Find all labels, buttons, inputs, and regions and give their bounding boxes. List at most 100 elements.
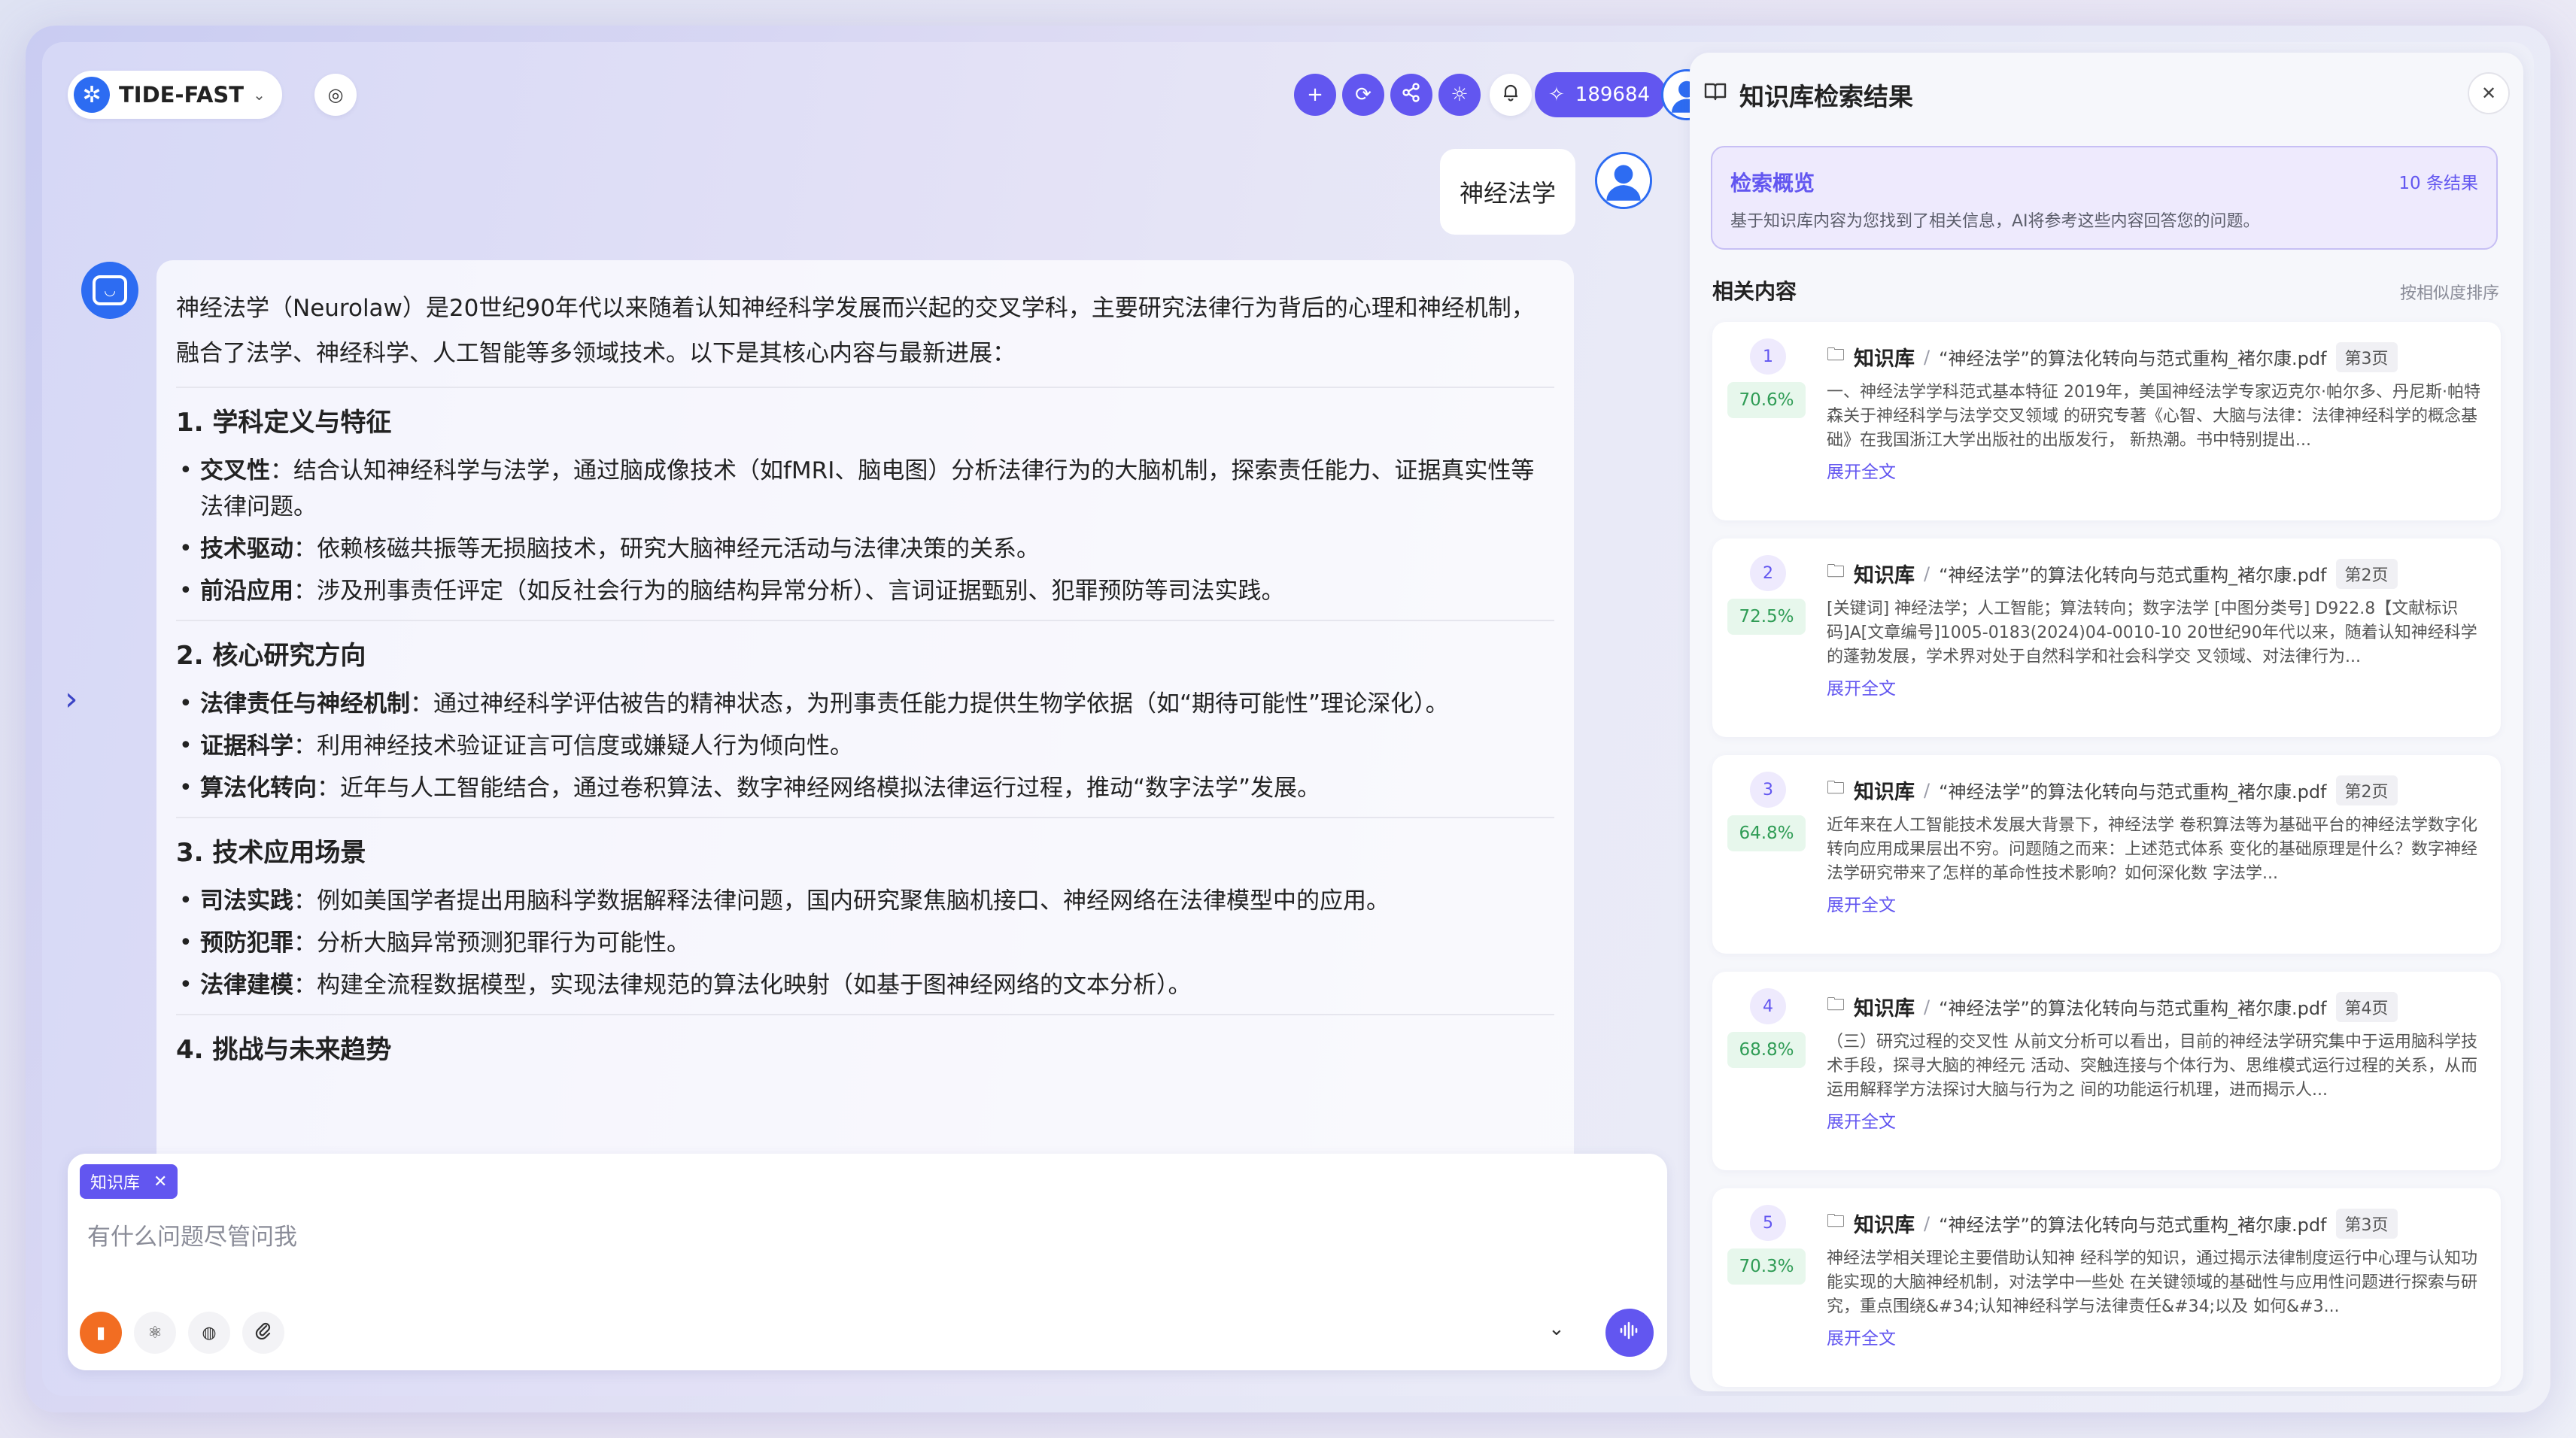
notification-button[interactable] (1490, 74, 1532, 116)
prompt-input[interactable] (87, 1218, 1517, 1256)
assistant-intro: 神经法学（Neurolaw）是20世纪90年代以来随着认知神经科学发展而兴起的交… (176, 295, 1535, 367)
result-snippet: [关键词] 神经法学；人工智能；算法转向；数字法学 [中图分类号] D922.8… (1827, 599, 2477, 666)
target-icon: ◎ (327, 84, 344, 105)
panel-header: 知识库检索结果 ✕ (1703, 72, 2510, 117)
atom-icon: ⚛ (147, 1323, 163, 1342)
rank-badge: 3 (1750, 772, 1786, 808)
close-panel-button[interactable]: ✕ (2468, 72, 2510, 114)
points-value: 189684 (1575, 83, 1651, 106)
rank-badge: 2 (1750, 555, 1786, 591)
result-count: 10 条结果 (2398, 174, 2478, 193)
top-bar: ✲ TIDE-FAST ⌄ ◎ + ⟳ ☼ ✧ 189684 (68, 68, 1712, 122)
user-message-text: 神经法学 (1460, 179, 1557, 208)
file-name: “神经法学”的算法化转向与范式重构_褚尔康.pdf (1939, 998, 2327, 1019)
search-overview: 检索概览 10 条结果 基于知识库内容为您找到了相关信息，AI将参考这些内容回答… (1711, 146, 2498, 250)
list-item: 司法实践：例如美国学者提出用脑科学数据解释法律问题，国内研究聚焦脑机接口、神经网… (176, 883, 1554, 919)
expand-sidebar-chevron-icon[interactable]: › (65, 680, 78, 718)
points-badge[interactable]: ✧ 189684 (1535, 72, 1667, 117)
expand-full-text-link[interactable]: 展开全文 (1827, 457, 1896, 483)
folder-icon: 🗀 (1827, 344, 1845, 365)
divider (176, 1014, 1554, 1015)
result-card[interactable]: 5 70.3% 🗀 知识库 / “神经法学”的算法化转向与范式重构_褚尔康.pd… (1712, 1188, 2501, 1387)
knowledge-base-tag[interactable]: 知识库 ✕ (80, 1164, 178, 1199)
chat-area: ✲ TIDE-FAST ⌄ ◎ + ⟳ ☼ ✧ 189684 神经法学 ◡ › … (42, 42, 1712, 1396)
path-separator: / (1924, 346, 1930, 368)
kb-label: 知识库 (1854, 347, 1915, 371)
folder-icon: 🗀 (1827, 1210, 1845, 1231)
result-source: 🗀 知识库 / “神经法学”的算法化转向与范式重构_褚尔康.pdf 第3页 (1827, 341, 2398, 372)
rank-badge: 5 (1750, 1205, 1786, 1241)
page-badge: 第3页 (2335, 1208, 2398, 1239)
page-badge: 第2页 (2335, 558, 2398, 589)
model-name: TIDE-FAST (119, 82, 245, 108)
user-message-bubble: 神经法学 (1440, 149, 1576, 235)
share-icon (1401, 82, 1422, 108)
page-badge: 第3页 (2335, 341, 2398, 372)
similarity-score: 64.8% (1727, 815, 1806, 851)
chevron-down-icon: ⌄ (253, 86, 266, 104)
expand-full-text-link[interactable]: 展开全文 (1827, 674, 1896, 699)
kb-label: 知识库 (1854, 564, 1915, 587)
assistant-message: 神经法学（Neurolaw）是20世纪90年代以来随着认知神经科学发展而兴起的交… (156, 260, 1574, 1230)
kb-label: 知识库 (1854, 1214, 1915, 1237)
model-selector[interactable]: ✲ TIDE-FAST ⌄ (68, 71, 282, 119)
expand-full-text-link[interactable]: 展开全文 (1827, 1324, 1896, 1349)
share-button[interactable] (1390, 74, 1432, 116)
result-card[interactable]: 1 70.6% 🗀 知识库 / “神经法学”的算法化转向与范式重构_褚尔康.pd… (1712, 322, 2501, 520)
list-item: 前沿应用：涉及刑事责任评定（如反社会行为的脑结构异常分析）、言词证据甄别、犯罪预… (176, 573, 1554, 609)
sparkle-icon: ✧ (1548, 83, 1565, 106)
expand-full-text-link[interactable]: 展开全文 (1827, 890, 1896, 916)
file-name: “神经法学”的算法化转向与范式重构_褚尔康.pdf (1939, 781, 2327, 802)
list-item: 法律建模：构建全流程数据模型，实现法律规范的算法化映射（如基于图神经网络的文本分… (176, 967, 1554, 1003)
attach-button[interactable] (242, 1312, 284, 1354)
result-card[interactable]: 2 72.5% 🗀 知识库 / “神经法学”的算法化转向与范式重构_褚尔康.pd… (1712, 538, 2501, 737)
section-title: 3. 技术应用场景 (176, 838, 366, 868)
web-search-button[interactable]: ◍ (188, 1312, 230, 1354)
close-icon: ✕ (2480, 83, 2497, 104)
file-name: “神经法学”的算法化转向与范式重构_褚尔康.pdf (1939, 565, 2327, 586)
settings-button[interactable]: ◎ (314, 74, 357, 116)
open-book-icon (1703, 81, 1727, 108)
knowledge-base-button[interactable]: ▮ (80, 1312, 122, 1354)
similarity-score: 72.5% (1727, 599, 1806, 635)
list-item: 证据科学：利用神经技术验证证言可信度或嫌疑人行为倾向性。 (176, 728, 1554, 764)
path-separator: / (1924, 996, 1930, 1018)
overview-description: 基于知识库内容为您找到了相关信息，AI将参考这些内容回答您的问题。 (1730, 212, 2260, 231)
expand-full-text-link[interactable]: 展开全文 (1827, 1107, 1896, 1133)
close-icon[interactable]: ✕ (153, 1173, 167, 1191)
rank-badge: 4 (1750, 988, 1786, 1024)
result-source: 🗀 知识库 / “神经法学”的算法化转向与范式重构_褚尔康.pdf 第2页 (1827, 775, 2398, 805)
deep-think-button[interactable]: ⚛ (134, 1312, 176, 1354)
panel-title: 知识库检索结果 (1739, 82, 1913, 111)
new-chat-button[interactable]: + (1294, 74, 1336, 116)
voice-input-button[interactable] (1605, 1309, 1654, 1357)
result-card[interactable]: 4 68.8% 🗀 知识库 / “神经法学”的算法化转向与范式重构_褚尔康.pd… (1712, 972, 2501, 1170)
kb-label: 知识库 (1854, 997, 1915, 1021)
result-source: 🗀 知识库 / “神经法学”的算法化转向与范式重构_褚尔康.pdf 第2页 (1827, 558, 2398, 589)
divider (176, 817, 1554, 818)
theme-toggle-button[interactable]: ☼ (1438, 74, 1481, 116)
rank-badge: 1 (1750, 338, 1786, 375)
result-snippet: （三）研究过程的交叉性 从前文分析可以看出，目前的神经法学研究集中于运用脑科学技… (1827, 1033, 2477, 1100)
file-name: “神经法学”的算法化转向与范式重构_褚尔康.pdf (1939, 1215, 2327, 1236)
bot-icon: ◡ (93, 275, 127, 305)
sort-by-similarity[interactable]: 按相似度排序 (2400, 280, 2499, 304)
refresh-icon: ⟳ (1355, 83, 1372, 106)
plus-icon: + (1307, 83, 1323, 106)
result-card[interactable]: 3 64.8% 🗀 知识库 / “神经法学”的算法化转向与范式重构_褚尔康.pd… (1712, 755, 2501, 954)
divider (176, 620, 1554, 621)
assistant-avatar: ◡ (81, 262, 138, 319)
paperclip-icon (255, 1321, 272, 1344)
list-item: 技术驱动：依赖核磁共振等无损脑技术，研究大脑神经元活动与法律决策的关系。 (176, 531, 1554, 567)
folder-icon: 🗀 (1827, 560, 1845, 581)
page-badge: 第4页 (2335, 991, 2398, 1022)
chat-input-box: 知识库 ✕ ▮ ⚛ ◍ ⌄ (68, 1154, 1667, 1370)
file-name: “神经法学”的算法化转向与范式重构_褚尔康.pdf (1939, 348, 2327, 369)
chevron-down-icon[interactable]: ⌄ (1548, 1318, 1565, 1340)
section-title: 2. 核心研究方向 (176, 641, 366, 671)
bell-icon (1501, 83, 1520, 107)
similarity-score: 70.6% (1727, 382, 1806, 418)
similarity-score: 68.8% (1727, 1032, 1806, 1068)
list-item: 法律责任与神经机制：通过神经科学评估被告的精神状态，为刑事责任能力提供生物学依据… (176, 686, 1554, 722)
refresh-button[interactable]: ⟳ (1342, 74, 1384, 116)
